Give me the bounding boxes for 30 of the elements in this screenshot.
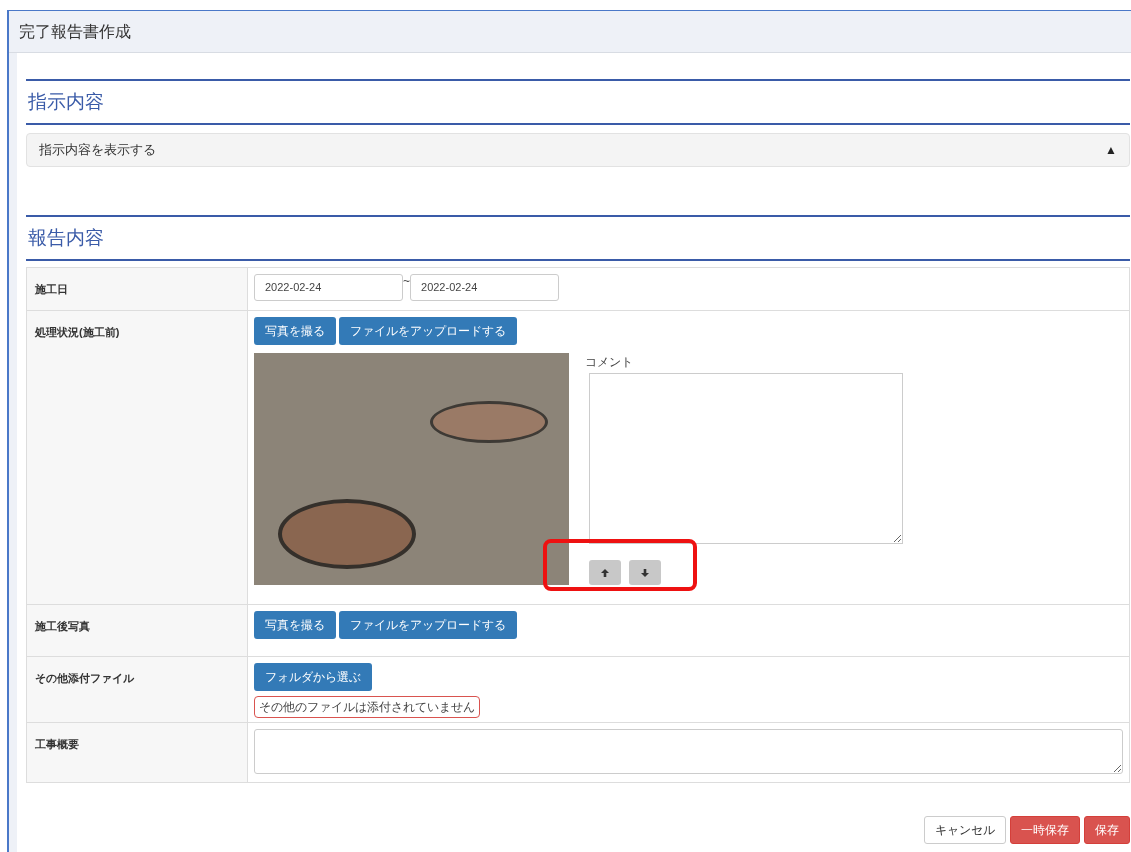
upload-button[interactable]: フォルダから選ぶ	[254, 663, 372, 691]
action-button[interactable]: キャンセル	[924, 816, 1006, 844]
action-button[interactable]: 一時保存	[1010, 816, 1080, 844]
toggle-label: 指示内容を表示する	[39, 141, 156, 160]
section-heading: 報告内容	[28, 225, 104, 250]
date-separator: ~	[403, 274, 410, 288]
upload-button[interactable]: 写真を撮る	[254, 611, 336, 639]
row-label: その他添付ファイル	[35, 672, 134, 684]
comment-field[interactable]	[589, 373, 903, 544]
date-field[interactable]: 2022-02-24	[254, 274, 403, 301]
action-button[interactable]: 保存	[1084, 816, 1130, 844]
upload-button[interactable]: ファイルをアップロードする	[339, 317, 517, 345]
move-down-button[interactable]	[629, 560, 661, 585]
row-label: 施工日	[35, 283, 68, 295]
row-label: 施工後写真	[35, 620, 90, 632]
upload-button[interactable]: ファイルをアップロードする	[339, 611, 517, 639]
section-heading: 指示内容	[28, 89, 104, 114]
no-files-notice: その他のファイルは添付されていません	[254, 696, 480, 718]
date-field[interactable]: 2022-02-24	[410, 274, 559, 301]
instructions-toggle[interactable]: 指示内容を表示する ▲	[26, 133, 1130, 167]
summary-field[interactable]	[254, 729, 1123, 774]
row-label: 処理状況(施工前)	[35, 326, 120, 338]
upload-button[interactable]: 写真を撮る	[254, 317, 336, 345]
row-label: 工事概要	[35, 738, 79, 750]
comment-label: コメント	[585, 354, 634, 371]
move-up-button[interactable]	[589, 560, 621, 585]
arrow-down-icon	[640, 567, 650, 578]
arrow-up-icon	[600, 567, 610, 578]
window-title: 完了報告書作成	[19, 21, 131, 42]
collapse-icon[interactable]: ▲	[1105, 141, 1117, 159]
